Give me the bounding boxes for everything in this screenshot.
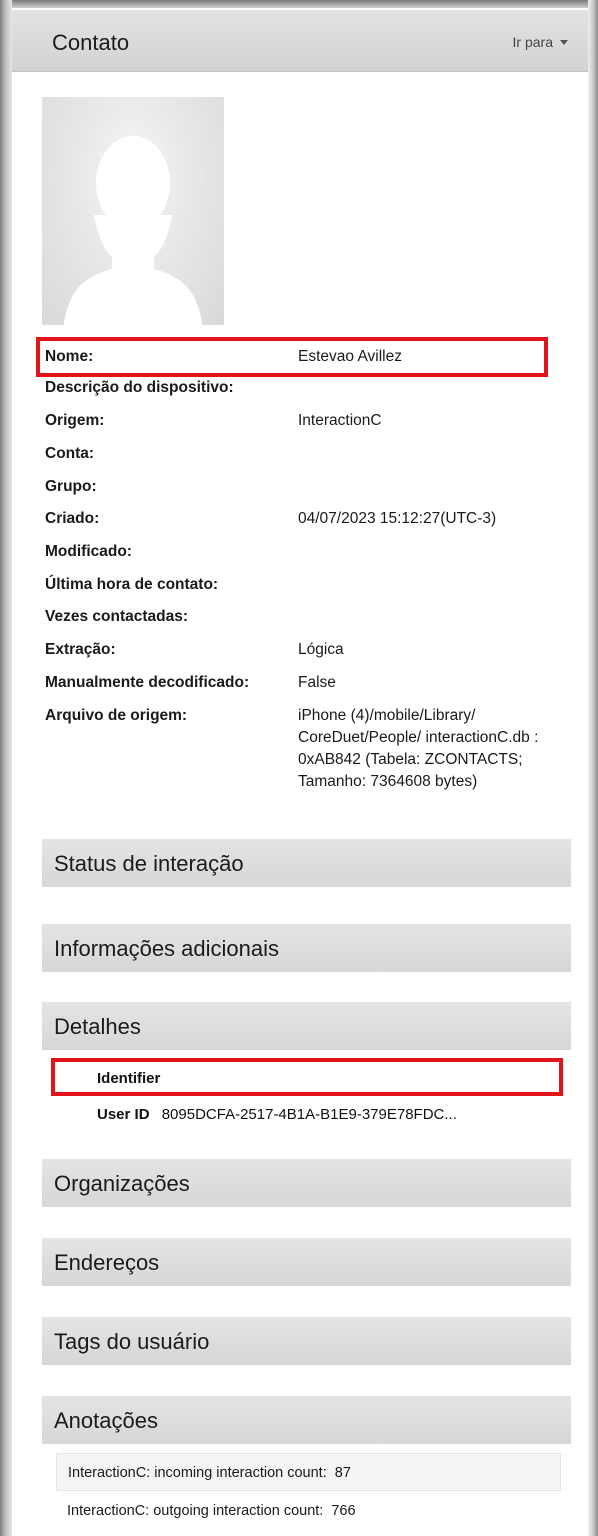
property-label: Vezes contactadas: (45, 608, 189, 625)
property-label: Extração: (45, 641, 116, 658)
property-label: Descrição do dispositivo: (45, 379, 234, 396)
property-label: Nome: (45, 348, 94, 365)
property-value: InteractionC (298, 412, 382, 429)
goto-dropdown[interactable]: Ir para (513, 34, 568, 50)
property-value: 04/07/2023 15:12:27(UTC-3) (298, 510, 497, 527)
annotation-value: 766 (331, 1503, 356, 1519)
section-interaction-status[interactable]: Status de interação (42, 839, 571, 887)
section-annotations[interactable]: Anotações (42, 1396, 571, 1444)
person-silhouette-icon (64, 136, 202, 325)
annotation-item: InteractionC: outgoing interaction count… (56, 1492, 561, 1530)
property-label: Última hora de contato: (45, 576, 219, 593)
section-organizations[interactable]: Organizações (42, 1159, 571, 1207)
section-additional-info[interactable]: Informações adicionais (42, 924, 571, 972)
property-label: Manualmente decodificado: (45, 674, 250, 691)
section-title: Tags do usuário (54, 1329, 210, 1354)
panel-header: Contato Ir para (12, 10, 588, 72)
annotation-text: InteractionC: incoming interaction count… (68, 1465, 327, 1481)
section-user-tags[interactable]: Tags do usuário (42, 1317, 571, 1365)
annotation-value: 87 (334, 1465, 351, 1481)
section-title: Anotações (54, 1408, 158, 1433)
detail-identifier: Identifier (97, 1070, 160, 1087)
section-title: Endereços (54, 1250, 160, 1275)
section-title: Organizações (54, 1171, 190, 1196)
annotation-text: InteractionC: outgoing interaction count… (67, 1503, 324, 1519)
window-edge-left (0, 0, 12, 1536)
property-label: Origem: (45, 412, 105, 429)
section-addresses[interactable]: Endereços (42, 1238, 571, 1286)
user-id-value: 8095DCFA-2517-4B1A-B1E9-379E78FDC... (161, 1106, 457, 1123)
property-value: False (298, 674, 336, 691)
user-id-label: User ID (97, 1106, 150, 1123)
property-value: Lógica (298, 641, 344, 658)
detail-user-id: User ID 8095DCFA-2517-4B1A-B1E9-379E78FD… (97, 1106, 457, 1123)
section-details[interactable]: Detalhes (42, 1002, 571, 1050)
section-title: Informações adicionais (54, 936, 280, 961)
window-edge-right (588, 0, 598, 1536)
property-label: Modificado: (45, 543, 132, 560)
avatar (42, 97, 224, 325)
source-file-link[interactable]: iPhone (4)/mobile/Library/ CoreDuet/Peop… (298, 705, 573, 793)
section-title: Status de interação (54, 851, 244, 876)
chevron-down-icon (560, 39, 568, 45)
window-edge-top (0, 0, 598, 8)
section-title: Detalhes (54, 1014, 141, 1039)
panel-title: Contato (52, 30, 130, 55)
goto-label: Ir para (512, 34, 553, 50)
property-label: Grupo: (45, 478, 97, 495)
property-label: Conta: (45, 445, 95, 462)
property-label: Arquivo de origem: (45, 707, 188, 724)
annotation-item: InteractionC: incoming interaction count… (56, 1453, 561, 1491)
property-label: Criado: (45, 510, 100, 527)
identifier-label: Identifier (97, 1070, 161, 1087)
property-value: Estevao Avillez (298, 348, 402, 365)
